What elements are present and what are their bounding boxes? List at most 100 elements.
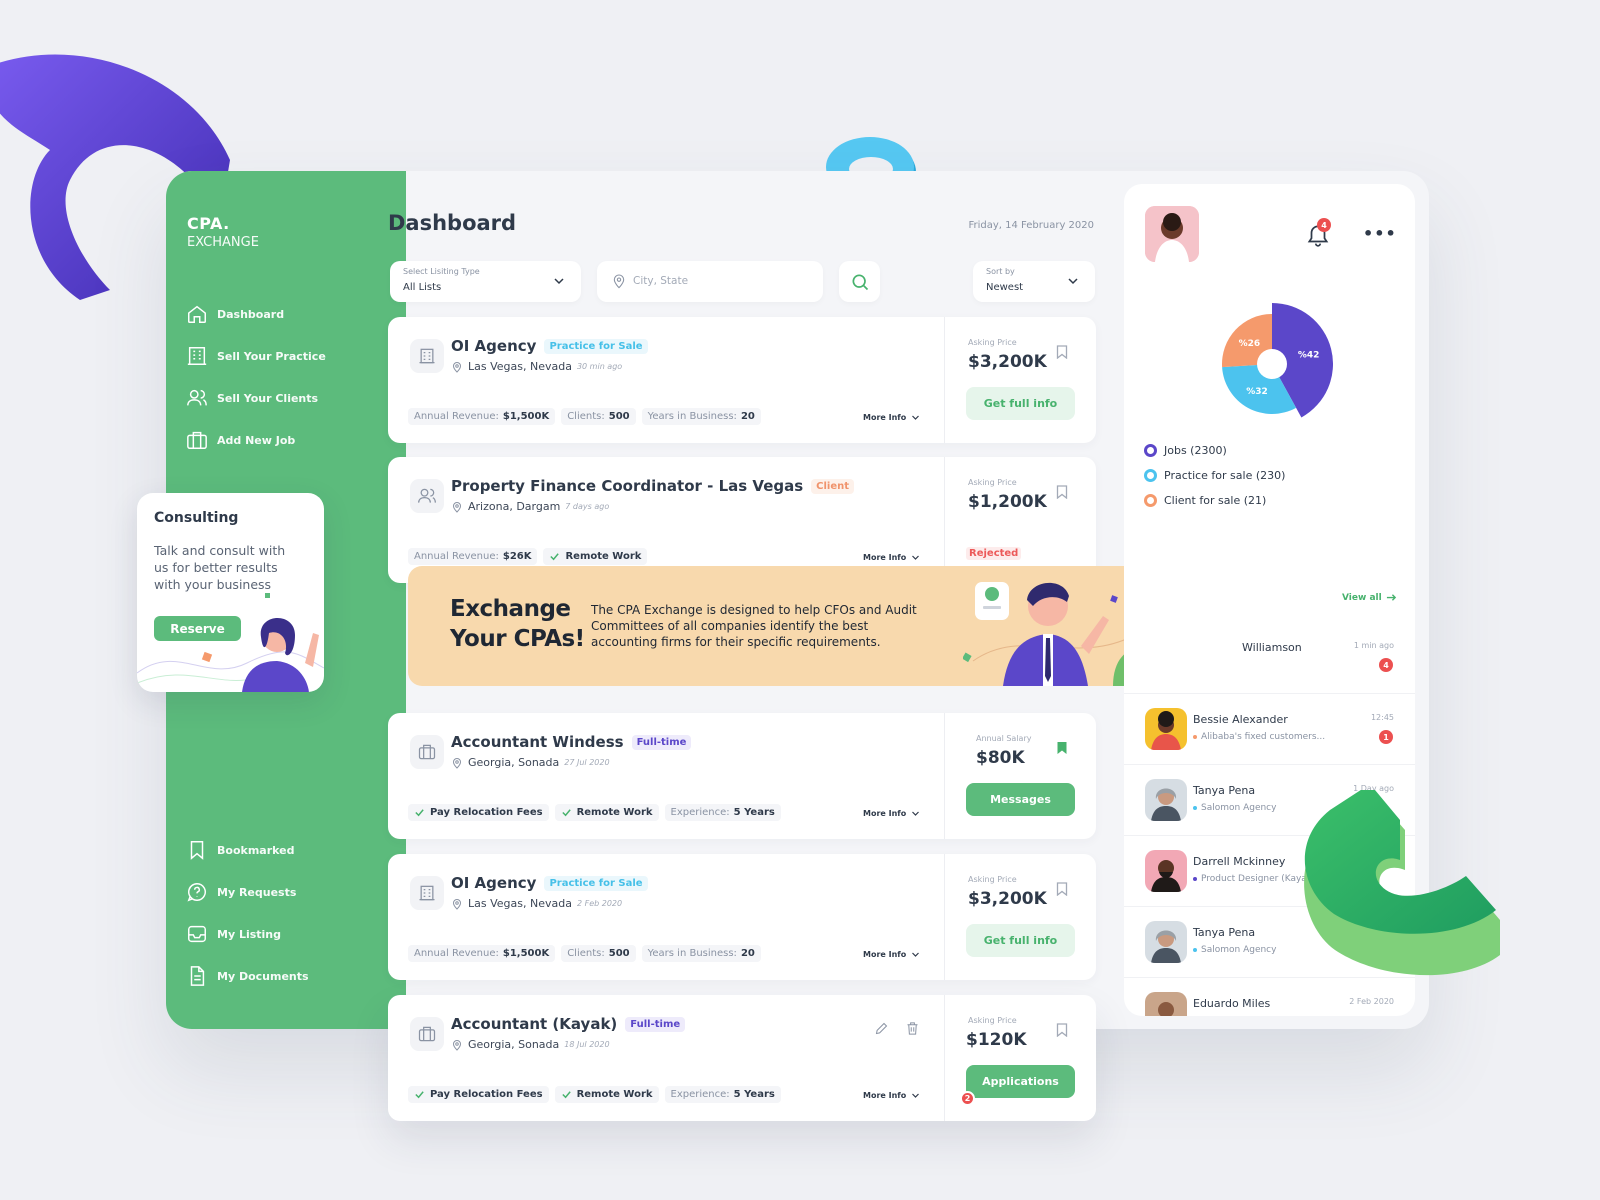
bookmark-icon[interactable] <box>1056 345 1068 359</box>
sidebar-item-bookmarked[interactable]: Bookmarked <box>186 839 294 861</box>
check-chip-label: Remote Work <box>576 1089 653 1100</box>
message-preview-text: Alibaba's fixed customers... <box>1201 732 1326 742</box>
listing-title[interactable]: OI Agency Practice for Sale <box>451 337 648 355</box>
logo[interactable]: CPA. EXCHANGE <box>187 214 259 250</box>
sidebar-item-requests[interactable]: My Requests <box>186 881 296 903</box>
chip-value: 20 <box>740 411 755 422</box>
avatar <box>1145 779 1187 821</box>
get-full-info-button[interactable]: Get full info <box>966 387 1075 420</box>
sidebar-item-add-job[interactable]: Add New Job <box>186 429 295 451</box>
price-value: $3,200K <box>968 352 1047 372</box>
listing-card[interactable]: Accountant Windess Full-time Georgia, Son… <box>388 713 1096 839</box>
banner-headline: Exchange Your CPAs! <box>450 594 585 654</box>
chevron-down-icon <box>1068 278 1078 285</box>
location-pin-icon <box>613 274 625 289</box>
check-icon <box>415 809 424 817</box>
bookmark-icon[interactable] <box>1056 1023 1068 1037</box>
logo-line-1: CPA. <box>187 214 230 233</box>
price-value: $1,200K <box>968 492 1047 512</box>
view-all-link[interactable]: View all <box>1342 592 1397 603</box>
message-item[interactable]: Eduardo Miles 2 Feb 2020 <box>1124 977 1415 1016</box>
more-info-link[interactable]: More Info <box>863 553 920 562</box>
listing-type-value: All Lists <box>403 282 442 293</box>
sidebar-item-sell-practice[interactable]: Sell Your Practice <box>186 345 326 367</box>
price-value: $120K <box>966 1030 1027 1050</box>
bookmark-filled-icon[interactable] <box>1056 741 1068 755</box>
consulting-illustration <box>137 593 324 692</box>
get-full-info-button[interactable]: Get full info <box>966 924 1075 957</box>
listing-location: Georgia, Sonada 27 Jul 2020 <box>451 756 610 769</box>
chip-key: Experience: <box>670 807 730 818</box>
applications-button[interactable]: Applications <box>966 1065 1075 1098</box>
message-item[interactable]: Bessie Alexander Alibaba's fixed custome… <box>1124 693 1415 763</box>
building-icon <box>410 339 444 373</box>
bookmark-icon[interactable] <box>1056 485 1068 499</box>
more-info-link[interactable]: More Info <box>863 1091 920 1100</box>
chevron-down-icon <box>912 415 920 420</box>
legend-label: Jobs (2300) <box>1164 444 1227 457</box>
view-all-label: View all <box>1342 592 1382 603</box>
chip-key: Clients: <box>567 948 605 959</box>
location-pin-icon <box>452 361 462 373</box>
check-icon <box>550 553 560 561</box>
document-icon <box>190 966 205 986</box>
location-pin-icon <box>452 898 462 910</box>
pie-slice-label: %42 <box>1298 351 1320 361</box>
more-info-label: More Info <box>863 809 907 818</box>
sidebar-item-listing[interactable]: My Listing <box>186 923 281 945</box>
city-state-input[interactable]: City, State <box>597 261 823 302</box>
listing-card[interactable]: OI Agency Practice for Sale Las Vegas, Ne… <box>388 317 1096 443</box>
building-icon <box>187 347 207 365</box>
message-preview: Salomon Agency <box>1193 803 1276 813</box>
chip: Clients: 500 <box>561 945 636 962</box>
more-options-icon[interactable]: ••• <box>1363 224 1397 243</box>
edit-pencil-icon[interactable] <box>874 1021 889 1036</box>
listing-card[interactable]: Property Finance Coordinator - Las Vegas… <box>388 457 1096 583</box>
listing-title[interactable]: Property Finance Coordinator - Las Vegas… <box>451 477 855 495</box>
briefcase-icon <box>187 431 207 449</box>
chip-value: $1,500K <box>502 948 550 959</box>
price-label: Asking Price <box>968 1016 1017 1025</box>
pie-slice-label: %32 <box>1246 387 1268 397</box>
sidebar-item-sell-clients[interactable]: Sell Your Clients <box>186 387 318 409</box>
more-info-link[interactable]: More Info <box>863 950 920 959</box>
sidebar-item-documents[interactable]: My Documents <box>186 965 309 987</box>
message-item[interactable]: Williamson 1 min ago 4 <box>1124 622 1415 692</box>
pie-center-hole <box>1257 349 1287 379</box>
listing-tag: Full-time <box>631 735 692 750</box>
message-preview-text: Salomon Agency <box>1201 803 1277 813</box>
sort-select[interactable]: Sort by Newest <box>973 261 1095 302</box>
listing-type-select[interactable]: Select Lisiting Type All Lists <box>390 261 581 302</box>
more-info-link[interactable]: More Info <box>863 809 920 818</box>
check-chip: Remote Work <box>554 1086 659 1103</box>
sidebar-item-dashboard[interactable]: Dashboard <box>186 303 284 325</box>
trash-icon[interactable] <box>905 1021 920 1036</box>
chip-key: Annual Revenue: <box>414 411 499 422</box>
more-info-link[interactable]: More Info <box>863 413 920 422</box>
building-icon <box>410 876 444 910</box>
user-avatar[interactable] <box>1145 206 1199 262</box>
posted-time: 2 Feb 2020 <box>576 899 623 908</box>
listing-location: Arizona, Dargam 7 days ago <box>451 500 609 513</box>
search-button[interactable] <box>839 261 880 302</box>
listing-card[interactable]: OI Agency Practice for Sale Las Vegas, Ne… <box>388 854 1096 980</box>
listing-title-text: Accountant (Kayak) <box>451 1015 618 1033</box>
chevron-down-icon <box>912 1093 920 1098</box>
legend-item-practice: Practice for sale (230) <box>1144 469 1285 482</box>
listing-title[interactable]: Accountant (Kayak) Full-time <box>451 1015 686 1033</box>
message-preview: Product Designer (Kayak) <box>1193 874 1316 884</box>
chip-value: $1,500K <box>502 411 550 422</box>
listing-card[interactable]: Accountant (Kayak) Full-time Georgia, Son… <box>388 995 1096 1121</box>
listing-title[interactable]: OI Agency Practice for Sale <box>451 874 648 892</box>
listing-title[interactable]: Accountant Windess Full-time <box>451 733 692 751</box>
messages-button[interactable]: Messages <box>966 783 1075 816</box>
status-badge: Rejected <box>966 547 1022 560</box>
check-chip-label: Remote Work <box>576 807 653 818</box>
location-text: Georgia, Sonada <box>468 1038 560 1051</box>
bookmark-icon[interactable] <box>1056 882 1068 896</box>
chip-key: Clients: <box>567 411 605 422</box>
location-pin-icon <box>452 1039 462 1051</box>
message-preview: Salomon Agency <box>1193 945 1276 955</box>
listing-tag: Client <box>811 479 855 494</box>
listing-tag: Full-time <box>625 1017 686 1032</box>
